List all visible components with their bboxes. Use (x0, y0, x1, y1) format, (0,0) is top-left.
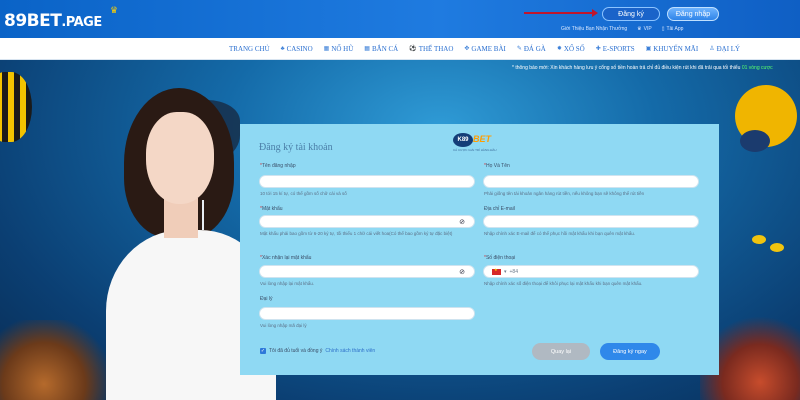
header-link-referral[interactable]: Giới Thiệu Bạn Nhận Thưởng (561, 26, 627, 32)
terms-agreement: ✓ Tôi đã đủ tuổi và đồng ý Chính sách th… (260, 348, 376, 354)
logo-suffix: .PAGE (61, 15, 102, 30)
small-fish-decoration (770, 243, 784, 252)
password-input[interactable]: ⊘ (259, 215, 475, 228)
logo-main: 89BET (4, 11, 62, 31)
form-title: Đăng ký tài khoản (259, 142, 333, 153)
crown-icon: ♛ (110, 6, 118, 16)
nav-item-slots[interactable]: ▦ NỔ HŨ (324, 45, 354, 53)
eye-slash-icon[interactable]: ⊘ (459, 218, 465, 226)
fullname-input[interactable] (483, 175, 699, 188)
top-header: 89BET.PAGE ♛ Đăng ký Đăng nhập Giới Thiệ… (0, 0, 800, 38)
vietnam-flag-icon[interactable] (492, 267, 501, 275)
phone-hint: Nhập chính xác số điện thoại để khôi phụ… (484, 281, 643, 286)
gift-icon: ▣ (645, 46, 652, 52)
nav-item-cards[interactable]: ✥ GAME BÀI (464, 45, 505, 53)
nav-item-lottery[interactable]: ✸ XỔ SỐ (557, 45, 585, 53)
fullname-label: *Họ Và Tên (484, 163, 510, 169)
agent-label: Đại lý (260, 296, 273, 302)
header-links: Giới Thiệu Bạn Nhận Thưởng ♛ VIP ▯ Tải App (561, 26, 683, 32)
username-label: *Tên đăng nhập (260, 163, 296, 169)
email-input[interactable] (483, 215, 699, 228)
small-fish-decoration (752, 235, 766, 244)
register-now-button[interactable]: Đăng ký ngay (600, 343, 660, 360)
ball-icon: ⚽ (409, 46, 417, 52)
rooster-icon: ✎ (516, 46, 522, 52)
cards-icon: ✥ (464, 46, 470, 52)
header-link-app[interactable]: ▯ Tải App (662, 26, 684, 32)
main-nav: TRANG CHỦ ♣ CASINO ▦ NỔ HŨ ▦ BẮN CÁ ⚽ THỂ TH… (0, 38, 800, 60)
nav-item-promotions[interactable]: ▣ KHUYẾN MÃI (646, 45, 699, 53)
header-link-vip[interactable]: ♛ VIP (637, 26, 652, 32)
confirm-password-label: *Xác nhận lại mật khẩu (260, 255, 312, 261)
password-hint: Mật khẩu phải bao gồm từ 6-20 ký tự, tối… (260, 231, 453, 236)
nav-item-sports[interactable]: ⚽ THỂ THAO (409, 45, 453, 53)
member-policy-link[interactable]: Chính sách thành viên (325, 348, 375, 354)
phone-input[interactable]: ▾+84 (483, 265, 699, 278)
agent-icon: ♙ (709, 46, 715, 52)
username-input[interactable] (259, 175, 475, 188)
fullname-hint: Phải giống tên tài khoản ngân hàng rút t… (484, 191, 645, 196)
announcement-marquee: * thông báo mới: Xin khách hàng lưu ý cổ… (512, 65, 773, 71)
confirm-password-hint: Vui lòng nhập lại mật khẩu. (260, 281, 315, 286)
form-logo: K89 BET CÁ CƯỢC GIẢI TRÍ HÀNG ĐẦU (453, 133, 497, 152)
phone-label: *Số điện thoại (484, 255, 516, 261)
blue-fish-decoration (740, 130, 770, 152)
email-hint: Nhập chính xác E-mail để có thể phục hồi… (484, 231, 636, 236)
confirm-password-input[interactable]: ⊘ (259, 265, 475, 278)
nav-item-fishing[interactable]: ▦ BẮN CÁ (364, 45, 398, 53)
chevron-down-icon: ▾ (504, 268, 507, 275)
agent-hint: Vui lòng nhập mã đại lý (260, 323, 307, 328)
site-logo[interactable]: 89BET.PAGE ♛ (4, 6, 118, 31)
nav-item-home[interactable]: TRANG CHỦ (229, 45, 270, 53)
agree-checkbox[interactable]: ✓ (260, 348, 266, 354)
nav-item-esports[interactable]: ✚ E-SPORTS (596, 45, 635, 53)
username-hint: 10 tới 15 kí tự, có thể gồm số chữ cái v… (260, 191, 347, 196)
login-button[interactable]: Đăng nhập (667, 7, 719, 21)
red-arrow-annotation (524, 9, 598, 17)
fish-icon: ▦ (364, 46, 370, 52)
crown-icon: ♛ (637, 26, 642, 32)
nav-item-agent[interactable]: ♙ ĐẠI LÝ (709, 45, 740, 53)
email-label: Địa chỉ E-mail (484, 206, 515, 212)
password-label: *Mật khẩu (260, 206, 283, 212)
slots-icon: ▦ (323, 46, 330, 52)
registration-form: Đăng ký tài khoản K89 BET CÁ CƯỢC GIẢI T… (240, 124, 719, 375)
nav-item-cockfight[interactable]: ✎ ĐÁ GÀ (517, 45, 546, 53)
phone-icon: ▯ (661, 26, 665, 32)
nav-item-casino[interactable]: ♣ CASINO (281, 45, 313, 53)
gamepad-icon: ✚ (595, 46, 601, 52)
striped-fish-decoration (0, 72, 32, 142)
register-button[interactable]: Đăng ký (602, 7, 660, 21)
back-button[interactable]: Quay lại (532, 343, 590, 360)
casino-icon: ♣ (280, 45, 285, 52)
eye-slash-icon[interactable]: ⊘ (459, 268, 465, 276)
agent-input[interactable] (259, 307, 475, 320)
lottery-icon: ✸ (556, 46, 562, 52)
